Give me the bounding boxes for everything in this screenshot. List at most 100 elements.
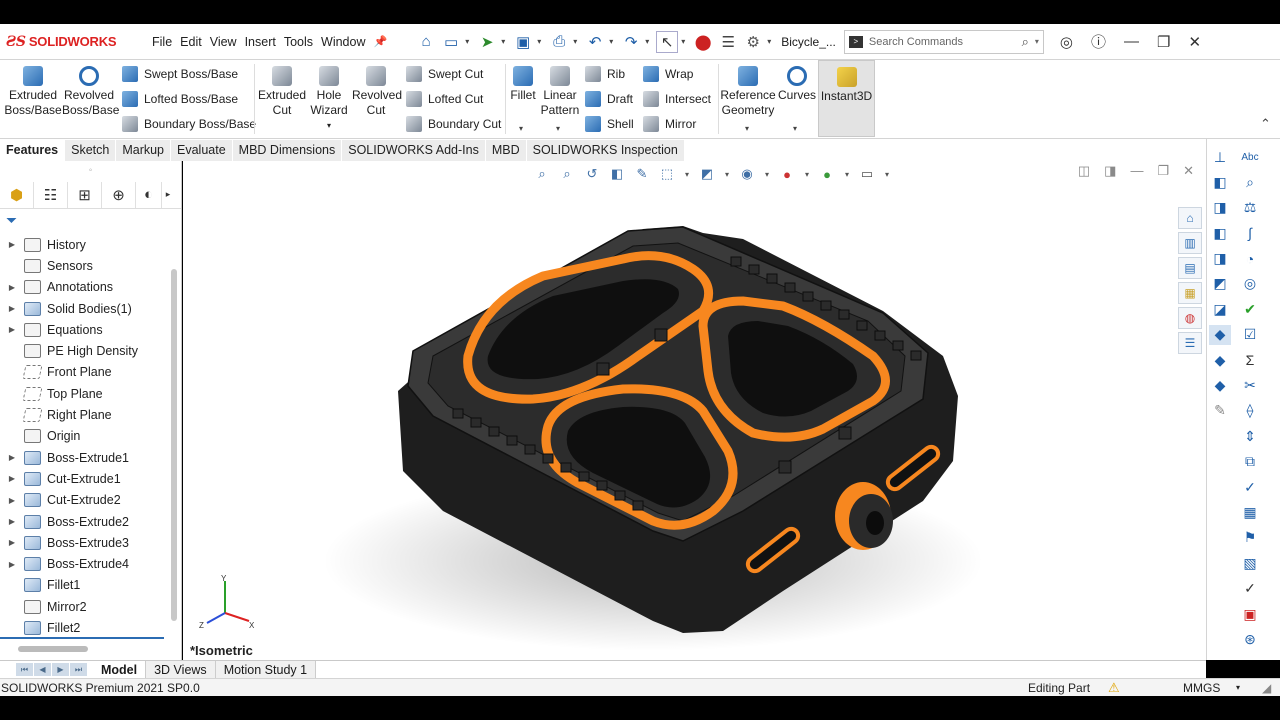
costing-icon[interactable]: ▧ [1239, 553, 1261, 573]
boundary-cut-button[interactable]: Boundary Cut [406, 116, 501, 132]
compare-documents-icon[interactable]: ⧉ [1239, 452, 1261, 472]
chevron-down-icon[interactable]: ▾ [1236, 683, 1240, 692]
file-properties-icon[interactable]: ☰ [717, 31, 739, 53]
mass-properties-icon[interactable]: ⚖ [1239, 198, 1261, 218]
menu-view[interactable]: View [206, 35, 241, 49]
view-palette-icon[interactable]: ▦ [1178, 282, 1202, 304]
design-study-icon[interactable]: ⚑ [1239, 528, 1261, 548]
feature-tree-item[interactable]: ▶ Boss-Extrude3 [0, 532, 170, 553]
home-view-icon[interactable]: ⌂ [1178, 207, 1202, 229]
edit-appearance-brush-icon[interactable]: ✎ [1209, 401, 1231, 421]
expand-arrow-icon[interactable]: ▶ [4, 496, 20, 505]
rebuild-traffic-light-icon[interactable]: ⬤ [692, 31, 714, 53]
solidworks-logo[interactable]: ƧS SOLIDWORKS [6, 34, 138, 50]
section-properties-icon[interactable]: ∫ [1239, 223, 1261, 243]
feature-tree-item[interactable]: Front Plane [0, 362, 170, 383]
expand-arrow-icon[interactable]: ▶ [4, 474, 20, 483]
isometric-view-icon[interactable]: ◆ [1209, 324, 1231, 345]
property-manager-tab-icon[interactable]: ☷ [34, 181, 68, 208]
feature-tree-item[interactable]: Fillet2 [0, 617, 170, 638]
menu-insert[interactable]: Insert [241, 35, 280, 49]
tab-motion-study[interactable]: Motion Study 1 [215, 660, 317, 679]
chevron-down-icon[interactable]: ▾ [609, 37, 617, 46]
revolved-cut-button[interactable]: Revolved Cut [352, 66, 402, 118]
feature-tree-item[interactable]: ▶ Equations [0, 319, 170, 340]
expand-arrow-icon[interactable]: ▶ [4, 517, 20, 526]
new-document-icon[interactable]: ▭ [440, 31, 462, 53]
chevron-down-icon[interactable]: ▾ [465, 37, 473, 46]
dimetric-view-icon[interactable]: ◆ [1209, 376, 1231, 396]
chevron-down-icon[interactable]: ▾ [645, 37, 653, 46]
prev-tab-icon[interactable]: ◀ [34, 663, 51, 676]
tab-solidworks-addins[interactable]: SOLIDWORKS Add-Ins [342, 139, 486, 161]
symmetry-icon[interactable]: ⟠ [1239, 401, 1261, 421]
custom-properties-icon[interactable]: ☰ [1178, 332, 1202, 354]
extruded-boss-button[interactable]: Extruded Boss/Base [4, 66, 62, 118]
tab-sketch[interactable]: Sketch [65, 139, 117, 161]
chevron-down-icon[interactable]: ▾ [306, 118, 352, 133]
expand-arrow-icon[interactable]: ▶ [4, 538, 20, 547]
front-view-icon[interactable]: ◧ [1209, 172, 1231, 192]
minimize-icon[interactable]: — [1124, 33, 1139, 50]
expand-arrow-icon[interactable]: ▶ [4, 283, 20, 292]
search-input[interactable]: Search Commands [869, 36, 963, 48]
revolved-boss-button[interactable]: Revolved Boss/Base [62, 66, 119, 118]
left-view-icon[interactable]: ◧ [1209, 223, 1231, 243]
file-explorer-icon[interactable]: ▤ [1178, 257, 1202, 279]
feature-tree-item[interactable]: ▶ Boss-Extrude4 [0, 553, 170, 574]
trimetric-view-icon[interactable]: ◆ [1209, 350, 1231, 370]
rebuild-warning-icon[interactable]: ⚠ [1108, 680, 1120, 696]
chevron-down-icon[interactable]: ▾ [767, 37, 775, 46]
filter-icon[interactable]: ⏷ [0, 209, 181, 231]
fillet-button[interactable]: Fillet [508, 66, 538, 103]
toolbox-icon[interactable]: ▣ [1239, 604, 1261, 624]
print-icon[interactable]: ⎙ [548, 31, 570, 53]
last-tab-icon[interactable]: ⏭ [70, 663, 87, 676]
instant3d-button[interactable]: Instant3D [818, 60, 875, 137]
feature-tree-item[interactable]: ▶ Cut-Extrude1 [0, 468, 170, 489]
dimxpert-tab-icon[interactable]: ⊕ [102, 181, 136, 208]
interference-icon[interactable]: ✂ [1239, 376, 1261, 396]
top-view-icon[interactable]: ◩ [1209, 274, 1231, 294]
feature-tree-item[interactable]: ▶ History [0, 234, 170, 255]
boundary-boss-button[interactable]: Boundary Boss/Base [122, 116, 256, 132]
feature-tree-item[interactable]: PE High Density [0, 340, 170, 361]
open-folder-icon[interactable]: ➤ [476, 31, 498, 53]
feature-manager-tab-icon[interactable]: ⬢ [0, 181, 34, 208]
chevron-down-icon[interactable]: ▾ [573, 37, 581, 46]
checkmark-circle-icon[interactable]: ✓ [1239, 579, 1261, 599]
chevron-down-icon[interactable]: ▾ [745, 124, 749, 133]
feature-tree-item[interactable]: Fillet1 [0, 575, 170, 596]
wrap-button[interactable]: Wrap [643, 66, 693, 82]
menu-file[interactable]: File [148, 35, 176, 49]
check-icon[interactable]: ✔ [1239, 299, 1261, 319]
search-icon[interactable]: ⌕ [1022, 34, 1029, 50]
tab-evaluate[interactable]: Evaluate [171, 139, 233, 161]
hole-wizard-button[interactable]: Hole Wizard ▾ [306, 66, 352, 133]
swept-cut-button[interactable]: Swept Cut [406, 66, 483, 82]
chevron-down-icon[interactable]: ▾ [519, 124, 523, 133]
measure-icon[interactable]: ⌕ [1239, 172, 1261, 192]
save-icon[interactable]: ▣ [512, 31, 534, 53]
check-entity-icon[interactable]: ☑ [1239, 325, 1261, 345]
select-cursor-icon[interactable]: ↖ [656, 30, 679, 53]
chevron-down-icon[interactable]: ▾ [793, 124, 797, 133]
tab-model[interactable]: Model [93, 660, 147, 679]
normal-to-icon[interactable]: ⊥ [1209, 147, 1231, 167]
next-tab-icon[interactable]: ▶ [52, 663, 69, 676]
panel-grip-icon[interactable]: ◦ [0, 161, 181, 181]
equations-sigma-icon[interactable]: Σ [1239, 350, 1261, 370]
expand-arrow-icon[interactable]: ▶ [4, 325, 20, 334]
undo-icon[interactable]: ↶ [584, 31, 606, 53]
mirror-button[interactable]: Mirror [643, 116, 696, 132]
appearances-icon[interactable]: ◍ [1178, 307, 1202, 329]
expand-arrow-icon[interactable]: ▶ [4, 560, 20, 569]
feature-tree-item[interactable]: Sensors [0, 255, 170, 276]
draft-button[interactable]: Draft [585, 91, 633, 107]
collapse-ribbon-icon[interactable]: ⌃ [1260, 116, 1271, 132]
linear-pattern-button[interactable]: Linear Pattern [540, 66, 580, 118]
spelling-check-icon[interactable]: Abc [1239, 147, 1261, 167]
menu-tools[interactable]: Tools [280, 35, 317, 49]
search-commands-field[interactable]: > Search Commands ⌕ ▾ [843, 29, 1044, 54]
back-view-icon[interactable]: ◨ [1209, 198, 1231, 218]
